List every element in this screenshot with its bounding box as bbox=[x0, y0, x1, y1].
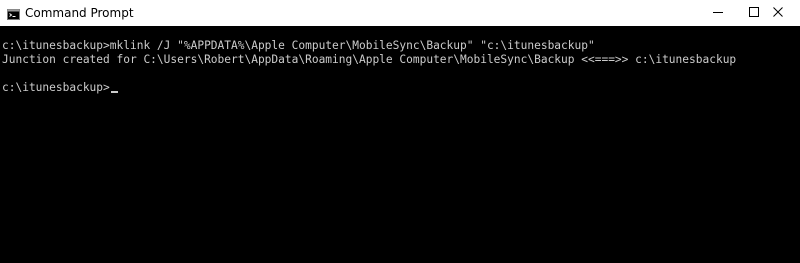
console-line-result: Junction created for C:\Users\Robert\App… bbox=[2, 53, 737, 66]
title-bar[interactable]: Command Prompt bbox=[0, 0, 800, 26]
console-prompt-line: c:\itunesbackup> bbox=[2, 81, 118, 95]
minimize-icon bbox=[712, 4, 723, 22]
console-output[interactable]: c:\itunesbackup>mklink /J "%APPDATA%\App… bbox=[0, 26, 800, 263]
close-button[interactable] bbox=[755, 0, 800, 26]
window-title: Command Prompt bbox=[25, 6, 134, 20]
console-prompt: c:\itunesbackup> bbox=[2, 81, 110, 94]
text-cursor bbox=[110, 91, 118, 93]
close-icon bbox=[772, 4, 783, 22]
console-line-command: c:\itunesbackup>mklink /J "%APPDATA%\App… bbox=[2, 39, 595, 52]
command-prompt-window: Command Prompt c:\itunesbackup>mklink /J… bbox=[0, 0, 800, 263]
cmd-icon[interactable] bbox=[7, 7, 20, 20]
